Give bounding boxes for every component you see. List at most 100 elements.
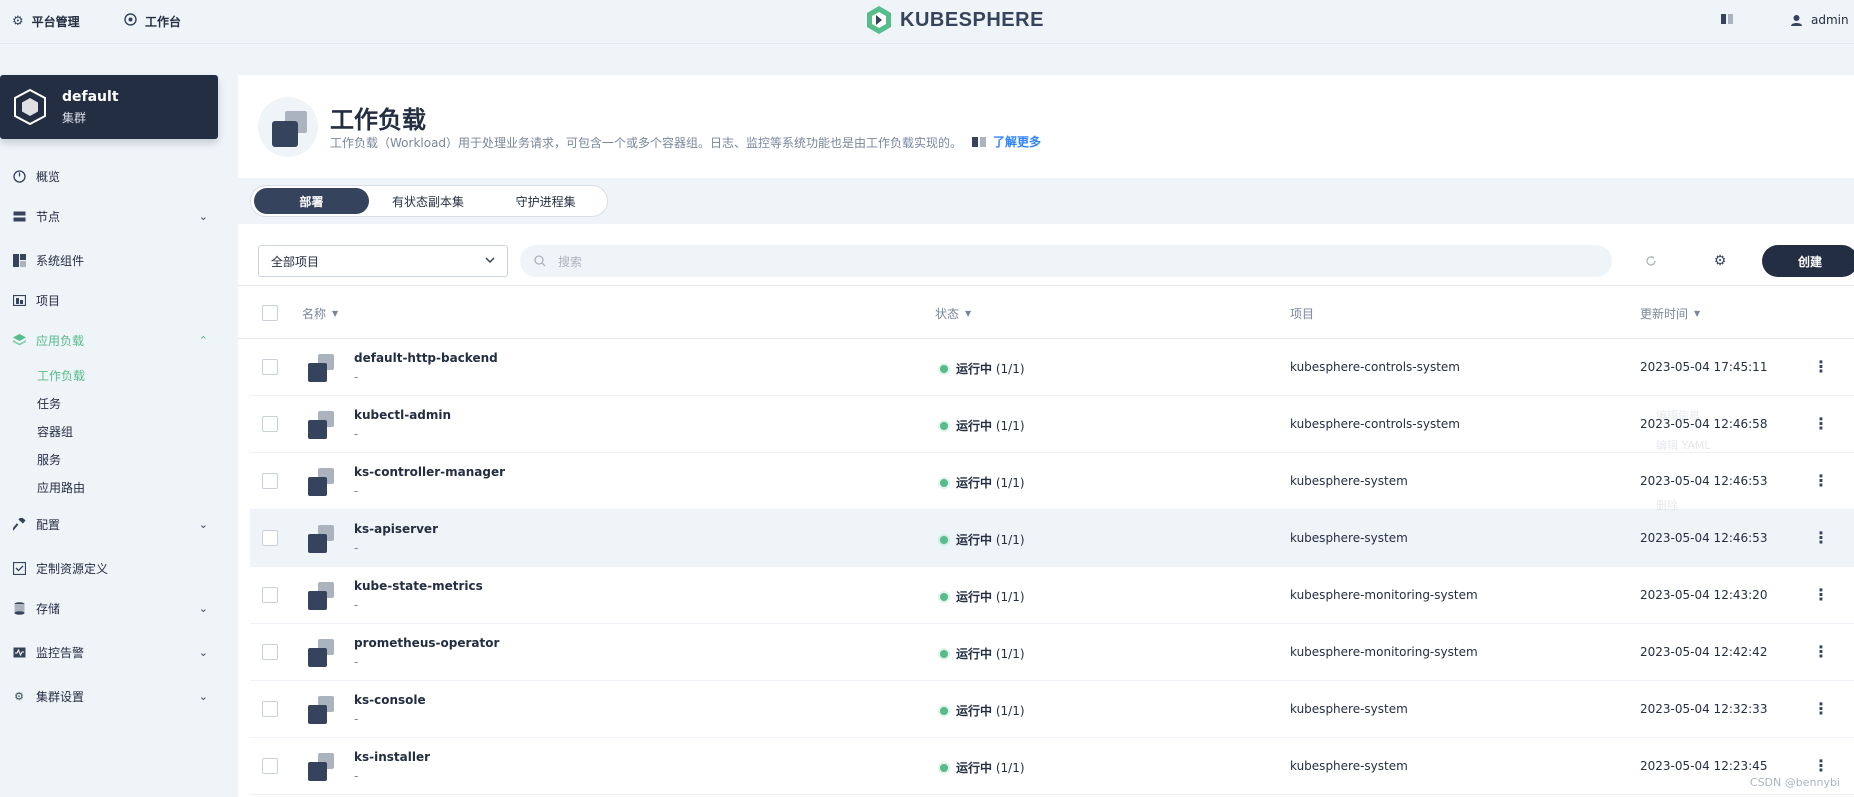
column-project-label: 项目 — [1290, 307, 1315, 321]
row-checkbox[interactable] — [262, 587, 278, 603]
tab-deployments[interactable]: 部署 — [254, 188, 369, 214]
sidebar-item-cluster-settings[interactable]: ⚙ 集群设置 ⌄ — [12, 686, 208, 706]
status-indicator: 运行中 (1/1) — [940, 474, 1025, 491]
sidebar-subitem-services[interactable]: 服务 — [37, 451, 61, 468]
row-checkbox[interactable] — [262, 758, 278, 774]
create-button[interactable]: 创建 — [1762, 245, 1854, 277]
status-dot — [940, 592, 948, 601]
workbench-link[interactable]: 工作台 — [124, 13, 181, 30]
workload-name-link[interactable]: default-http-backend — [354, 351, 498, 365]
table-row[interactable]: ks-apiserver - 运行中 (1/1) kubesphere-system 2… — [250, 510, 1854, 567]
toolbar: 全部项目 搜索 ⚙ 创建 — [238, 224, 1854, 286]
deployment-icon — [308, 411, 334, 439]
workload-name-link[interactable]: kube-state-metrics — [354, 579, 483, 593]
column-updated[interactable]: 更新时间 ▼ — [1640, 305, 1700, 322]
project-name: kubesphere-system — [1290, 531, 1408, 545]
table-row[interactable]: default-http-backend - 运行中 (1/1) kubesphere… — [250, 339, 1854, 396]
table-row[interactable]: ks-installer - 运行中 (1/1) kubesphere-system 2… — [250, 738, 1854, 795]
workload-name-link[interactable]: ks-installer — [354, 750, 430, 764]
settings-button[interactable]: ⚙ — [1712, 253, 1728, 269]
workload-name-link[interactable]: kubectl-admin — [354, 408, 451, 422]
more-actions-icon[interactable]: ⋮ — [1813, 526, 1829, 548]
deployment-icon — [308, 639, 334, 667]
sidebar-item-storage[interactable]: 存储 ⌄ — [12, 598, 208, 618]
deployment-icon — [308, 696, 334, 724]
more-actions-icon[interactable]: ⋮ — [1813, 754, 1829, 776]
gear-icon: ⚙ — [12, 14, 24, 29]
sidebar-item-projects[interactable]: 项目 — [12, 290, 208, 310]
more-actions-icon[interactable]: ⋮ — [1813, 697, 1829, 719]
platform-management-link[interactable]: ⚙ 平台管理 — [12, 13, 80, 30]
column-updated-label: 更新时间 — [1640, 307, 1689, 321]
project-name: kubesphere-controls-system — [1290, 360, 1460, 374]
sidebar-item-monitoring[interactable]: 监控告警 ⌄ — [12, 642, 208, 662]
replica-count: (1/1) — [995, 761, 1025, 775]
more-actions-icon[interactable]: ⋮ — [1813, 469, 1829, 491]
tab-statefulsets[interactable]: 有状态副本集 — [369, 188, 488, 214]
username: admin — [1811, 13, 1849, 27]
workload-tabs: 部署 有状态副本集 守护进程集 — [250, 185, 608, 217]
cluster-card[interactable]: default 集群 — [0, 75, 218, 139]
more-actions-icon[interactable]: ⋮ — [1813, 412, 1829, 434]
column-name[interactable]: 名称 ▼ — [302, 305, 338, 322]
workload-description: - — [354, 598, 359, 612]
learn-more-link[interactable]: 了解更多 — [971, 133, 1041, 150]
sidebar-item-label: 存储 — [36, 601, 61, 616]
more-actions-icon[interactable]: ⋮ — [1813, 583, 1829, 605]
workload-header-icon — [258, 97, 318, 157]
dashboard-icon — [12, 169, 26, 183]
row-checkbox[interactable] — [262, 473, 278, 489]
select-all-checkbox[interactable] — [262, 305, 278, 321]
user-menu[interactable]: admin — [1790, 13, 1849, 27]
chevron-up-icon: ⌃ — [198, 333, 208, 347]
sidebar-item-config[interactable]: 配置 ⌄ — [12, 514, 208, 534]
more-actions-icon[interactable]: ⋮ — [1813, 640, 1829, 662]
sidebar-subitem-pods[interactable]: 容器组 — [37, 423, 73, 440]
sidebar-item-label: 定制资源定义 — [36, 561, 109, 576]
table-row[interactable]: ks-console - 运行中 (1/1) kubesphere-system 202… — [250, 681, 1854, 738]
workload-name-link[interactable]: ks-console — [354, 693, 426, 707]
workload-description: - — [354, 427, 359, 441]
table-row[interactable]: ks-controller-manager - 运行中 (1/1) kubespher… — [250, 453, 1854, 510]
project-name: kubesphere-system — [1290, 702, 1408, 716]
more-actions-icon[interactable]: ⋮ — [1813, 355, 1829, 377]
workload-name-link[interactable]: prometheus-operator — [354, 636, 499, 650]
sidebar-item-crd[interactable]: 定制资源定义 — [12, 558, 208, 578]
deployment-icon — [308, 468, 334, 496]
search-input[interactable]: 搜索 — [520, 245, 1612, 277]
sidebar-item-label: 项目 — [36, 293, 61, 308]
kubesphere-logo[interactable]: KUBESPHERE — [866, 5, 1044, 35]
workload-description: - — [354, 655, 359, 669]
row-checkbox[interactable] — [262, 701, 278, 717]
workload-description: - — [354, 712, 359, 726]
row-checkbox[interactable] — [262, 530, 278, 546]
refresh-button[interactable] — [1643, 253, 1659, 269]
row-checkbox[interactable] — [262, 416, 278, 432]
table-row[interactable]: kube-state-metrics - 运行中 (1/1) kubesphere-m… — [250, 567, 1854, 624]
node-icon — [12, 209, 26, 223]
workload-name-link[interactable]: ks-controller-manager — [354, 465, 505, 479]
sidebar-item-app-workloads[interactable]: 应用负载 ⌃ — [12, 330, 208, 350]
sidebar-item-nodes[interactable]: 节点 ⌄ — [12, 206, 208, 226]
book-icon — [1721, 14, 1733, 24]
docs-button[interactable] — [1720, 13, 1734, 25]
row-checkbox[interactable] — [262, 359, 278, 375]
tab-daemonsets[interactable]: 守护进程集 — [487, 188, 604, 214]
table-row[interactable]: prometheus-operator - 运行中 (1/1) kubesphere-… — [250, 624, 1854, 681]
replica-count: (1/1) — [995, 647, 1025, 661]
status-indicator: 运行中 (1/1) — [940, 417, 1025, 434]
sidebar-subitem-jobs[interactable]: 任务 — [37, 395, 61, 412]
row-checkbox[interactable] — [262, 644, 278, 660]
table-header: 名称 ▼ 状态 ▼ 项目 更新时间 ▼ — [238, 286, 1854, 339]
sidebar-item-overview[interactable]: 概览 — [12, 166, 208, 186]
column-status[interactable]: 状态 ▼ — [935, 305, 971, 322]
sidebar-subitem-workloads[interactable]: 工作负载 — [37, 367, 85, 384]
project-select[interactable]: 全部项目 — [258, 245, 508, 277]
faded-action-menu: 编辑信息 编辑 YAML 删除 — [1640, 400, 1780, 520]
table-row[interactable]: kubectl-admin - 运行中 (1/1) kubesphere-contro… — [250, 396, 1854, 453]
search-icon — [534, 255, 546, 267]
sidebar-subitem-ingresses[interactable]: 应用路由 — [37, 479, 85, 496]
chevron-down-icon: ⌄ — [198, 517, 208, 531]
workload-name-link[interactable]: ks-apiserver — [354, 522, 438, 536]
sidebar-item-components[interactable]: 系统组件 — [12, 250, 208, 270]
